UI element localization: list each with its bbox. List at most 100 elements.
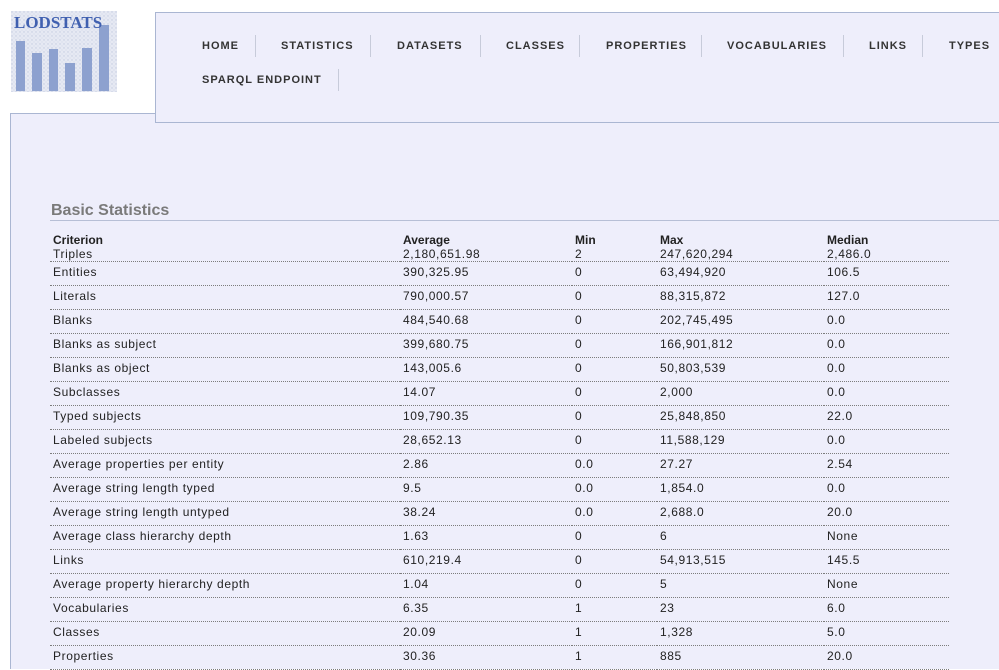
nav-properties[interactable]: PROPERTIES	[606, 35, 687, 57]
cell-min: 0	[572, 573, 657, 598]
cell-median: 20.0	[824, 645, 949, 670]
table-body: Triples 2,180,651.98 2 247,620,294 2,486.0 En…	[50, 247, 949, 670]
nav-divider	[922, 35, 923, 57]
cell-average: 399,680.75	[400, 333, 572, 358]
cell-max: 2,000	[657, 381, 824, 406]
cell-min: 0	[572, 309, 657, 334]
cell-average: 390,325.95	[400, 261, 572, 286]
cell-average: 1.04	[400, 573, 572, 598]
cell-average: 30.36	[400, 645, 572, 670]
table-row: Labeled subjects 28,652.13 0 11,588,129 0.0	[50, 429, 949, 454]
column-header-average: Average	[403, 233, 450, 247]
cell-criterion: Average string length typed	[50, 477, 400, 502]
cell-median: 106.5	[824, 261, 949, 286]
cell-min: 0.0	[572, 477, 657, 502]
basic-statistics-table: Criterion Average Min Max Median Triples…	[50, 233, 949, 670]
cell-average: 790,000.57	[400, 285, 572, 310]
cell-median: None	[824, 573, 949, 598]
nav-types[interactable]: TYPES	[949, 35, 990, 57]
cell-average: 9.5	[400, 477, 572, 502]
cell-median: 22.0	[824, 405, 949, 430]
table-row: Average properties per entity 2.86 0.0 27.2…	[50, 453, 949, 478]
table-row: Literals 790,000.57 0 88,315,872 127.0	[50, 285, 949, 310]
cell-min: 2	[572, 247, 657, 262]
cell-max: 88,315,872	[657, 285, 824, 310]
cell-average: 484,540.68	[400, 309, 572, 334]
cell-median: 20.0	[824, 501, 949, 526]
cell-max: 247,620,294	[657, 247, 824, 262]
table-row: Properties 30.36 1 885 20.0	[50, 645, 949, 670]
cell-min: 0	[572, 405, 657, 430]
lodstats-logo[interactable]: LODSTATS	[11, 11, 117, 92]
nav-classes[interactable]: CLASSES	[506, 35, 565, 57]
nav-divider	[843, 35, 844, 57]
cell-median: 127.0	[824, 285, 949, 310]
cell-average: 109,790.35	[400, 405, 572, 430]
cell-criterion: Links	[50, 549, 400, 574]
cell-criterion: Typed subjects	[50, 405, 400, 430]
cell-criterion: Subclasses	[50, 381, 400, 406]
table-row: Subclasses 14.07 0 2,000 0.0	[50, 381, 949, 406]
cell-criterion: Average property hierarchy depth	[50, 573, 400, 598]
nav-divider	[701, 35, 702, 57]
nav-sparql-endpoint[interactable]: SPARQL ENDPOINT	[202, 69, 322, 91]
cell-min: 0	[572, 549, 657, 574]
cell-min: 0	[572, 381, 657, 406]
nav-divider	[338, 69, 339, 91]
table-row: Entities 390,325.95 0 63,494,920 106.5	[50, 261, 949, 286]
cell-average: 14.07	[400, 381, 572, 406]
nav-datasets[interactable]: DATASETS	[397, 35, 463, 57]
table-row: Blanks as subject 399,680.75 0 166,901,812 0…	[50, 333, 949, 358]
cell-max: 166,901,812	[657, 333, 824, 358]
cell-criterion: Labeled subjects	[50, 429, 400, 454]
cell-min: 0	[572, 261, 657, 286]
cell-average: 6.35	[400, 597, 572, 622]
cell-median: None	[824, 525, 949, 550]
cell-min: 0	[572, 429, 657, 454]
cell-criterion: Entities	[50, 261, 400, 286]
cell-criterion: Average string length untyped	[50, 501, 400, 526]
cell-max: 6	[657, 525, 824, 550]
logo-graphic: LODSTATS	[11, 11, 117, 92]
cell-min: 0	[572, 357, 657, 382]
cell-median: 2.54	[824, 453, 949, 478]
cell-median: 0.0	[824, 429, 949, 454]
cell-max: 27.27	[657, 453, 824, 478]
cell-criterion: Blanks as object	[50, 357, 400, 382]
cell-max: 54,913,515	[657, 549, 824, 574]
cell-median: 145.5	[824, 549, 949, 574]
nav-vocabularies[interactable]: VOCABULARIES	[727, 35, 827, 57]
table-header-row: Criterion Average Min Max Median	[50, 233, 949, 247]
cell-max: 885	[657, 645, 824, 670]
cell-min: 0.0	[572, 453, 657, 478]
cell-average: 20.09	[400, 621, 572, 646]
cell-median: 0.0	[824, 333, 949, 358]
cell-min: 1	[572, 621, 657, 646]
table-row: Links 610,219.4 0 54,913,515 145.5	[50, 549, 949, 574]
cell-max: 50,803,539	[657, 357, 824, 382]
cell-min: 0	[572, 285, 657, 310]
table-row: Typed subjects 109,790.35 0 25,848,850 22.0	[50, 405, 949, 430]
cell-average: 28,652.13	[400, 429, 572, 454]
table-row: Average class hierarchy depth 1.63 0 6 None	[50, 525, 949, 550]
cell-min: 0	[572, 525, 657, 550]
cell-min: 0	[572, 333, 657, 358]
cell-max: 11,588,129	[657, 429, 824, 454]
cell-criterion: Properties	[50, 645, 400, 670]
cell-min: 0.0	[572, 501, 657, 526]
table-row: Blanks 484,540.68 0 202,745,495 0.0	[50, 309, 949, 334]
cell-max: 1,328	[657, 621, 824, 646]
title-divider	[50, 220, 999, 221]
cell-criterion: Blanks as subject	[50, 333, 400, 358]
cell-criterion: Literals	[50, 285, 400, 310]
cell-criterion: Average properties per entity	[50, 453, 400, 478]
cell-average: 38.24	[400, 501, 572, 526]
nav-links[interactable]: LINKS	[869, 35, 907, 57]
cell-average: 2.86	[400, 453, 572, 478]
nav-statistics[interactable]: STATISTICS	[281, 35, 354, 57]
column-header-criterion: Criterion	[53, 233, 104, 247]
nav-divider	[480, 35, 481, 57]
cell-max: 63,494,920	[657, 261, 824, 286]
nav-home[interactable]: HOME	[202, 35, 239, 57]
column-header-min: Min	[575, 233, 596, 247]
